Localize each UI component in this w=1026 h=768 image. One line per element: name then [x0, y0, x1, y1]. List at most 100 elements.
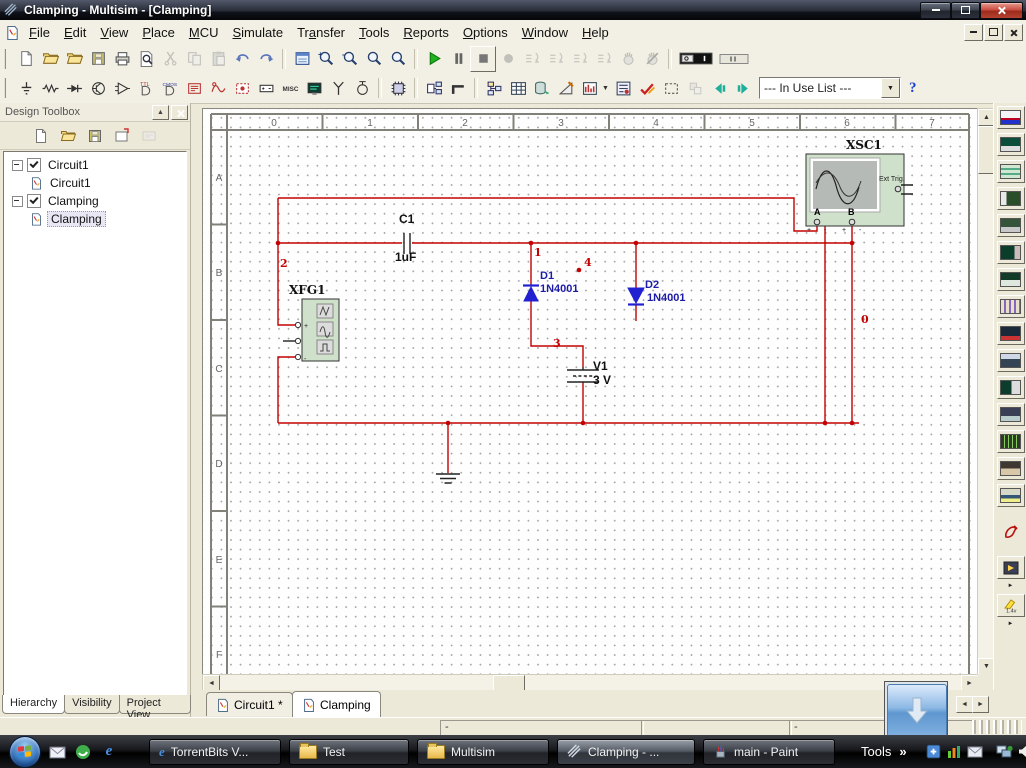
place-analog-button[interactable] — [110, 76, 134, 100]
distortion-analyzer-button[interactable] — [996, 403, 1025, 426]
logic-converter-button[interactable] — [996, 349, 1025, 372]
start-button[interactable] — [9, 735, 41, 768]
quicklaunch-ie-icon[interactable]: e — [99, 742, 119, 762]
place-indicator-button[interactable] — [230, 76, 254, 100]
multimeter-button[interactable] — [996, 106, 1025, 129]
network-analyzer-button[interactable] — [996, 457, 1025, 480]
menu-view[interactable]: View — [93, 22, 135, 43]
tools-toolbar-label[interactable]: Tools — [861, 744, 891, 759]
resize-grip[interactable] — [972, 720, 1022, 734]
taskbar-button-torrentbits[interactable]: e TorrentBits V... — [149, 738, 281, 765]
ungroup-button[interactable] — [683, 76, 707, 100]
panel-collapse-button[interactable]: ▲ — [152, 104, 169, 120]
expander-icon[interactable] — [12, 195, 23, 207]
download-notification-button[interactable] — [884, 681, 948, 738]
tree-node-clamping[interactable]: Clamping — [4, 192, 186, 210]
record-button[interactable] — [496, 47, 520, 71]
help-button[interactable]: ? — [909, 80, 917, 97]
close-button[interactable] — [980, 1, 1023, 19]
zoom-in-button[interactable]: + — [314, 47, 338, 71]
menu-transfer[interactable]: Transfer — [290, 22, 352, 43]
labview-instruments-button[interactable] — [996, 556, 1025, 579]
tab-scroll-left-button[interactable]: ◄ — [956, 696, 973, 713]
pause-button[interactable] — [446, 47, 470, 71]
vertical-scroll-thumb[interactable] — [978, 126, 994, 174]
tree-node-clamping-sheet[interactable]: Clamping — [4, 210, 186, 228]
logic-analyzer-button[interactable] — [996, 322, 1025, 345]
current-probe-button[interactable]: 1.4v — [996, 594, 1025, 617]
step-over-button[interactable] — [544, 47, 568, 71]
tab-hierarchy[interactable]: Hierarchy — [2, 695, 66, 714]
menu-edit[interactable]: Edit — [57, 22, 93, 43]
quicklaunch-messenger-icon[interactable] — [73, 742, 93, 762]
taskbar-button-clamping[interactable]: Clamping - ... — [557, 738, 695, 765]
copy-button[interactable] — [182, 47, 206, 71]
quicklaunch-email-icon[interactable] — [47, 742, 67, 762]
menu-tools[interactable]: Tools — [352, 22, 396, 43]
place-bus-button[interactable] — [446, 76, 470, 100]
place-ttl-button[interactable]: TTL — [134, 76, 158, 100]
menu-simulate[interactable]: Simulate — [225, 22, 290, 43]
minimize-button[interactable] — [920, 1, 951, 19]
wire[interactable] — [277, 197, 859, 473]
run-stop-switch[interactable] — [676, 47, 716, 71]
place-misc-button[interactable]: MISC — [278, 76, 302, 100]
undo-button[interactable] — [230, 47, 254, 71]
checkbox-icon[interactable] — [27, 158, 41, 172]
capture-area-button[interactable] — [659, 76, 683, 100]
checkbox-icon[interactable] — [27, 194, 41, 208]
zoom-area-button[interactable] — [362, 47, 386, 71]
current-probe-expand-button[interactable]: ► — [994, 621, 1026, 629]
expander-icon[interactable] — [12, 159, 23, 171]
place-cmos-button[interactable]: CMOS — [158, 76, 182, 100]
toggle-project-view-button[interactable] — [290, 47, 314, 71]
paste-button[interactable] — [206, 47, 230, 71]
step-out-button[interactable] — [568, 47, 592, 71]
menu-options[interactable]: Options — [456, 22, 515, 43]
taskbar-button-test[interactable]: Test — [289, 738, 409, 765]
mdi-restore-button[interactable] — [984, 23, 1003, 41]
place-diode-button[interactable] — [62, 76, 86, 100]
place-rf-button[interactable] — [326, 76, 350, 100]
tree-node-circuit1-sheet[interactable]: Circuit1 — [4, 174, 186, 192]
toggle-design-toolbox-button[interactable] — [482, 76, 506, 100]
forward-annotate-button[interactable] — [731, 76, 755, 100]
wattmeter-button[interactable] — [996, 160, 1025, 183]
capacitor-c1[interactable]: C1 1uF — [395, 212, 416, 264]
run-to-cursor-button[interactable] — [592, 47, 616, 71]
restore-button[interactable] — [951, 1, 980, 19]
place-power-button[interactable] — [254, 76, 278, 100]
function-generator-xfg1[interactable]: + - XFG1 — [283, 283, 340, 363]
place-hierarchical-block-button[interactable] — [422, 76, 446, 100]
remove-breakpoint-button[interactable] — [640, 47, 664, 71]
taskbar-button-paint[interactable]: main - Paint — [703, 738, 835, 765]
ground-symbol[interactable] — [436, 473, 460, 484]
open-button[interactable] — [38, 47, 62, 71]
mdi-minimize-button[interactable] — [964, 23, 983, 41]
cut-button[interactable] — [158, 47, 182, 71]
menu-help[interactable]: Help — [575, 22, 616, 43]
place-mixed-button[interactable] — [206, 76, 230, 100]
dt-open-button[interactable] — [58, 126, 78, 146]
labview-expand-button[interactable]: ► — [994, 583, 1026, 591]
redo-button[interactable] — [254, 47, 278, 71]
tab-circuit1[interactable]: Circuit1 * — [206, 692, 293, 716]
tab-project-view[interactable]: Project View — [118, 695, 191, 721]
save-button[interactable] — [86, 47, 110, 71]
postprocessor-button[interactable] — [611, 76, 635, 100]
frequency-counter-button[interactable] — [996, 268, 1025, 291]
analyses-button[interactable] — [578, 76, 602, 100]
agilent-instrument-button[interactable] — [996, 484, 1025, 507]
dt-new-button[interactable] — [31, 126, 51, 146]
mdi-close-button[interactable] — [1004, 23, 1023, 41]
place-mcu-button[interactable] — [386, 76, 410, 100]
tray-app-icon[interactable] — [925, 744, 942, 759]
menu-reports[interactable]: Reports — [396, 22, 456, 43]
toolbar-grip[interactable] — [4, 78, 11, 98]
measurement-probe-button[interactable] — [997, 520, 1025, 543]
zoom-fit-button[interactable] — [386, 47, 410, 71]
tray-mail-icon[interactable] — [967, 744, 984, 759]
database-manager-button[interactable] — [530, 76, 554, 100]
tab-scroll-right-button[interactable]: ► — [972, 696, 989, 713]
toggle-spreadsheet-button[interactable] — [506, 76, 530, 100]
